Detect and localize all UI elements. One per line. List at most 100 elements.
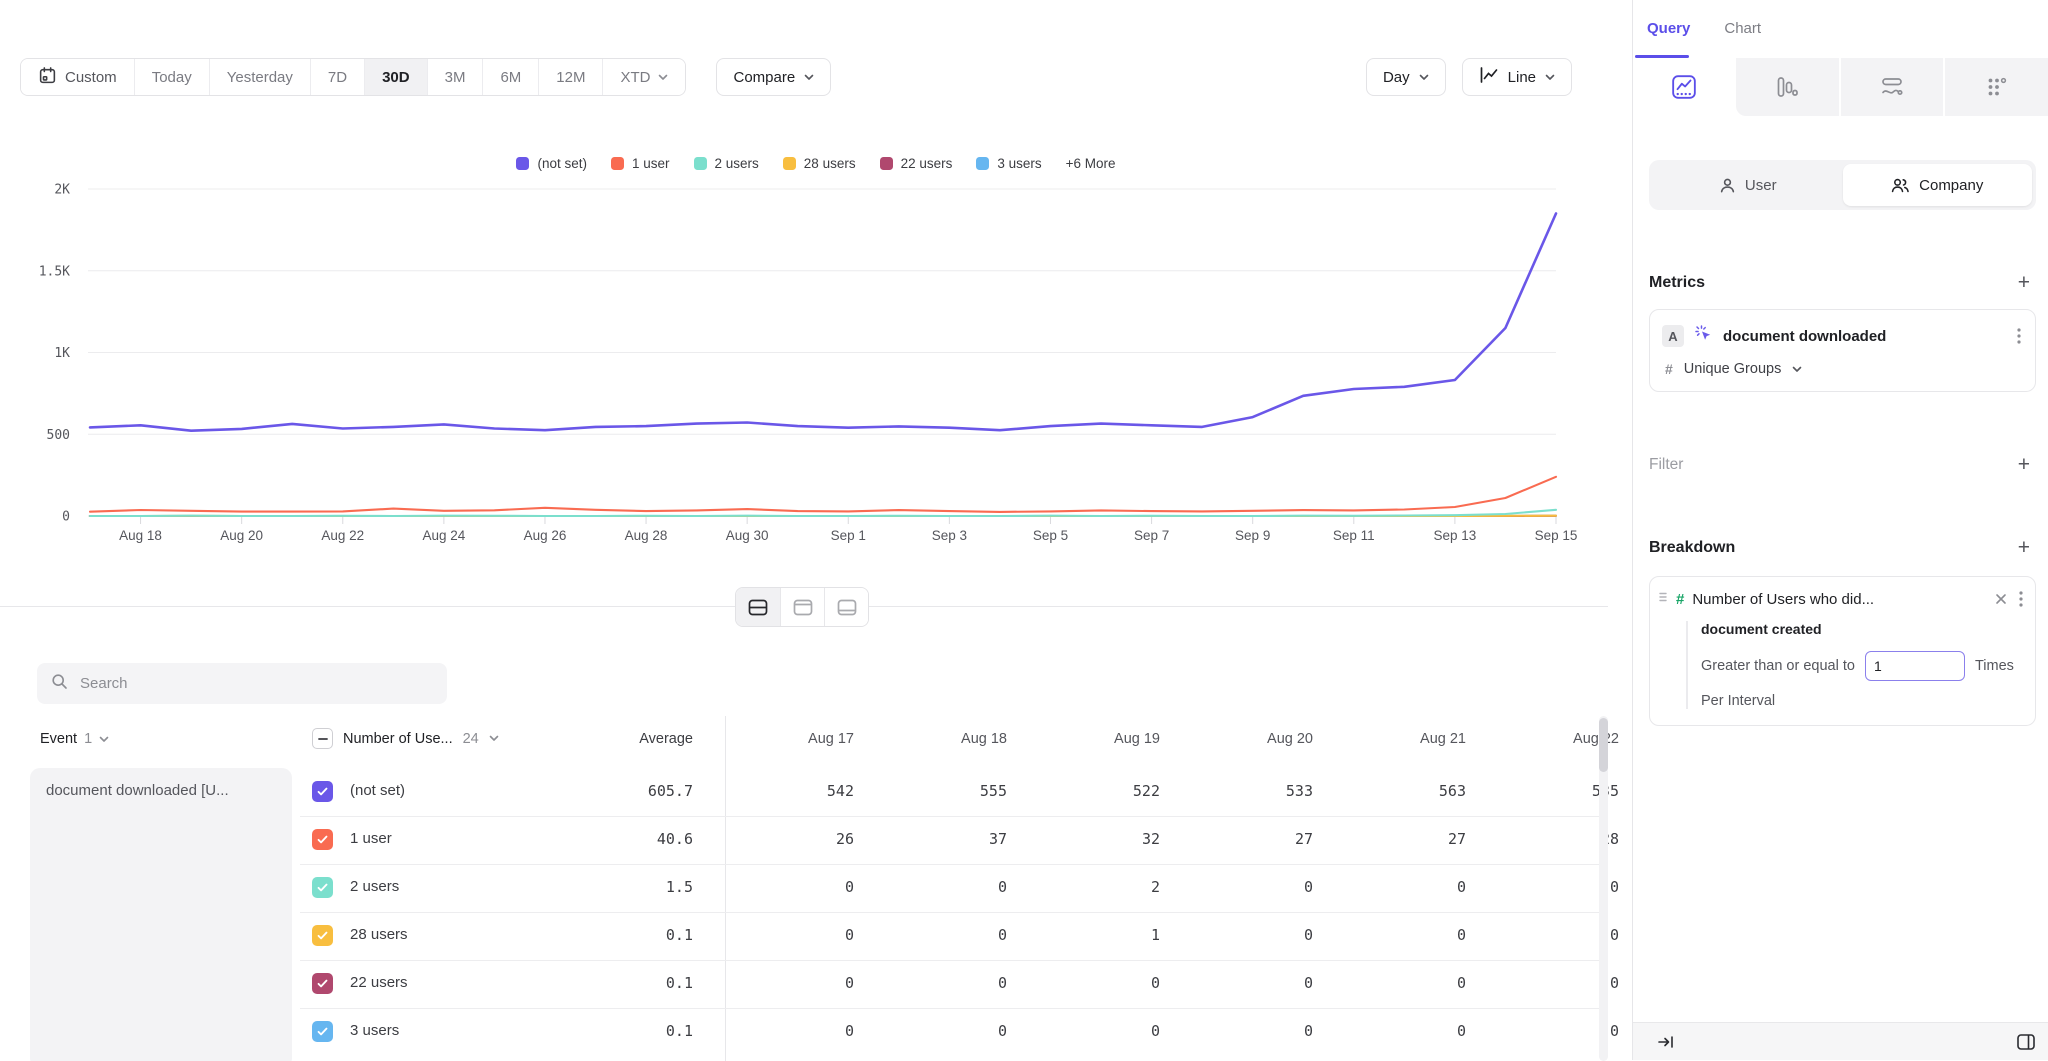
x-axis-tick: Aug 22 xyxy=(321,528,364,543)
condition-value-input[interactable] xyxy=(1865,651,1965,681)
range-6m-button[interactable]: 6M xyxy=(482,59,538,95)
table-cell: 563 xyxy=(1337,782,1490,800)
tab-query[interactable]: Query xyxy=(1647,16,1690,58)
compare-button[interactable]: Compare xyxy=(716,58,831,96)
table-row: 1 user40.6263732272728 xyxy=(0,816,1632,864)
event-header-label: Event xyxy=(40,731,77,747)
granularity-dropdown[interactable]: Day xyxy=(1366,58,1446,96)
row-checkbox[interactable] xyxy=(312,829,333,850)
breakdown-card-body: document created Greater than or equal t… xyxy=(1686,621,2025,709)
event-count: 1 xyxy=(84,731,92,747)
select-all-checkbox[interactable] xyxy=(312,728,333,749)
per-interval-label[interactable]: Per Interval xyxy=(1701,693,2025,709)
legend-more-button[interactable]: +6 More xyxy=(1066,156,1116,171)
breakdown-heading: Breakdown xyxy=(1649,539,1735,557)
table-cell: 0 xyxy=(878,878,1031,896)
range-12m-button[interactable]: 12M xyxy=(538,59,602,95)
chart-type-tab-grid-dots[interactable] xyxy=(1943,58,2048,116)
metric-event-name[interactable]: document downloaded xyxy=(1723,328,2005,345)
drag-handle-icon[interactable] xyxy=(1658,590,1668,609)
legend-item[interactable]: 3 users xyxy=(976,156,1041,171)
chart-type-dropdown[interactable]: Line xyxy=(1462,58,1572,96)
legend-swatch xyxy=(611,157,624,170)
row-checkbox[interactable] xyxy=(312,973,333,994)
range-3m-button[interactable]: 3M xyxy=(427,59,483,95)
aggregation-dropdown[interactable]: # Unique Groups xyxy=(1662,361,2023,377)
legend-item[interactable]: 22 users xyxy=(880,156,953,171)
row-checkbox[interactable] xyxy=(312,1021,333,1042)
table-only-view-button[interactable] xyxy=(824,588,868,626)
split-view-button[interactable] xyxy=(736,588,780,626)
row-checkbox[interactable] xyxy=(312,925,333,946)
add-filter-button[interactable]: + xyxy=(2018,454,2030,475)
split-view-icon xyxy=(748,599,768,616)
range-custom-button[interactable]: Custom xyxy=(21,59,134,95)
entity-option-user[interactable]: User xyxy=(1653,164,1843,206)
entity-toggle: UserCompany xyxy=(1649,160,2036,210)
range-30d-button[interactable]: 30D xyxy=(364,59,427,95)
legend-item[interactable]: (not set) xyxy=(516,156,587,171)
table-only-view-icon xyxy=(837,599,857,616)
legend-swatch xyxy=(516,157,529,170)
kebab-menu-icon[interactable] xyxy=(2015,326,2023,346)
table-cell: 0 xyxy=(1184,1022,1337,1040)
search-input[interactable] xyxy=(80,675,433,692)
table-scrollbar-thumb[interactable] xyxy=(1599,718,1608,772)
table-cell: 0 xyxy=(878,1022,1031,1040)
x-axis-tick: Aug 24 xyxy=(422,528,465,543)
legend-label: 1 user xyxy=(632,156,670,171)
row-checkbox[interactable] xyxy=(312,781,333,802)
table-cell: 0 xyxy=(1490,878,1632,896)
chevron-down-icon xyxy=(1792,366,1802,373)
add-metric-button[interactable]: + xyxy=(2018,272,2030,293)
breakdown-event-name[interactable]: document created xyxy=(1701,621,2025,637)
row-label: 1 user xyxy=(350,830,392,847)
condition-label: Greater than or equal to xyxy=(1701,658,1855,674)
close-icon[interactable] xyxy=(1993,591,2009,607)
row-separator xyxy=(300,912,1600,913)
breakdown-section-header: Breakdown + xyxy=(1649,537,2030,558)
date-range-group: Custom Today Yesterday 7D30D3M6M12MXTD xyxy=(20,58,686,96)
add-breakdown-button[interactable]: + xyxy=(2018,537,2030,558)
legend-swatch xyxy=(783,157,796,170)
x-axis-tick: Sep 3 xyxy=(932,528,967,543)
tab-chart[interactable]: Chart xyxy=(1724,16,1761,58)
range-7d-button[interactable]: 7D xyxy=(310,59,364,95)
table-cell: 0 xyxy=(1337,1022,1490,1040)
entity-option-company[interactable]: Company xyxy=(1843,164,2033,206)
chart-type-tab-insights-chart[interactable] xyxy=(1633,58,1736,116)
legend-item[interactable]: 28 users xyxy=(783,156,856,171)
row-label: 3 users xyxy=(350,1022,399,1039)
range-label: Today xyxy=(152,69,192,86)
insights-report-app: Custom Today Yesterday 7D30D3M6M12MXTD Comp… xyxy=(0,0,2048,1060)
bar-chart-icon xyxy=(1775,75,1799,99)
range-xtd-button[interactable]: XTD xyxy=(602,59,685,95)
side-panel-icon[interactable] xyxy=(2014,1031,2038,1053)
legend-item[interactable]: 2 users xyxy=(694,156,759,171)
collapse-panel-icon[interactable] xyxy=(1655,1032,1677,1052)
table-row: (not set)605.7542555522533563535 xyxy=(0,768,1632,816)
chart-type-tab-flow[interactable] xyxy=(1839,58,1944,116)
range-yesterday-button[interactable]: Yesterday xyxy=(209,59,310,95)
query-sidebar: Query Chart UserCompany Metrics + A docu… xyxy=(1632,0,2048,1060)
chart-type-tabs xyxy=(1633,58,2048,116)
breakdown-title[interactable]: Number of Users who did... xyxy=(1692,591,1985,608)
range-today-button[interactable]: Today xyxy=(134,59,209,95)
chart-only-view-icon xyxy=(793,599,813,616)
legend-label: (not set) xyxy=(537,156,587,171)
chevron-down-icon xyxy=(1545,74,1555,81)
kebab-menu-icon[interactable] xyxy=(2017,589,2025,609)
sidebar-footer xyxy=(1633,1022,2048,1060)
event-column-header[interactable]: Event 1 xyxy=(40,731,109,747)
average-column-header: Average xyxy=(545,731,705,747)
table-cell: 32 xyxy=(1031,830,1184,848)
chart-only-view-button[interactable] xyxy=(780,588,824,626)
legend-item[interactable]: 1 user xyxy=(611,156,670,171)
condition-unit-label: Times xyxy=(1975,658,2014,674)
toolbar: Custom Today Yesterday 7D30D3M6M12MXTD Comp… xyxy=(0,58,1632,96)
range-label: Yesterday xyxy=(227,69,293,86)
breakdown-column-header[interactable]: Number of Use... 24 xyxy=(312,728,499,749)
chart-type-tab-bar-chart[interactable] xyxy=(1736,58,1839,116)
table-cell: 1 xyxy=(1031,926,1184,944)
row-checkbox[interactable] xyxy=(312,877,333,898)
